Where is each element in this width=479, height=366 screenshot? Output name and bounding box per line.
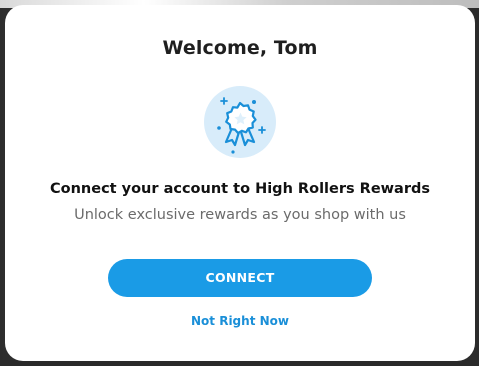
- connect-button[interactable]: CONNECT: [108, 259, 372, 297]
- not-right-now-link[interactable]: Not Right Now: [5, 314, 475, 328]
- award-ribbon-icon-graphic: [217, 97, 266, 154]
- modal-title: Welcome, Tom: [162, 37, 318, 59]
- award-ribbon-icon: [204, 86, 276, 158]
- rewards-subtext: Unlock exclusive rewards as you shop wit…: [74, 207, 406, 223]
- rewards-modal: Welcome, Tom Connect your account to Hig…: [5, 5, 475, 361]
- rewards-headline: Connect your account to High Rollers Rew…: [49, 181, 431, 197]
